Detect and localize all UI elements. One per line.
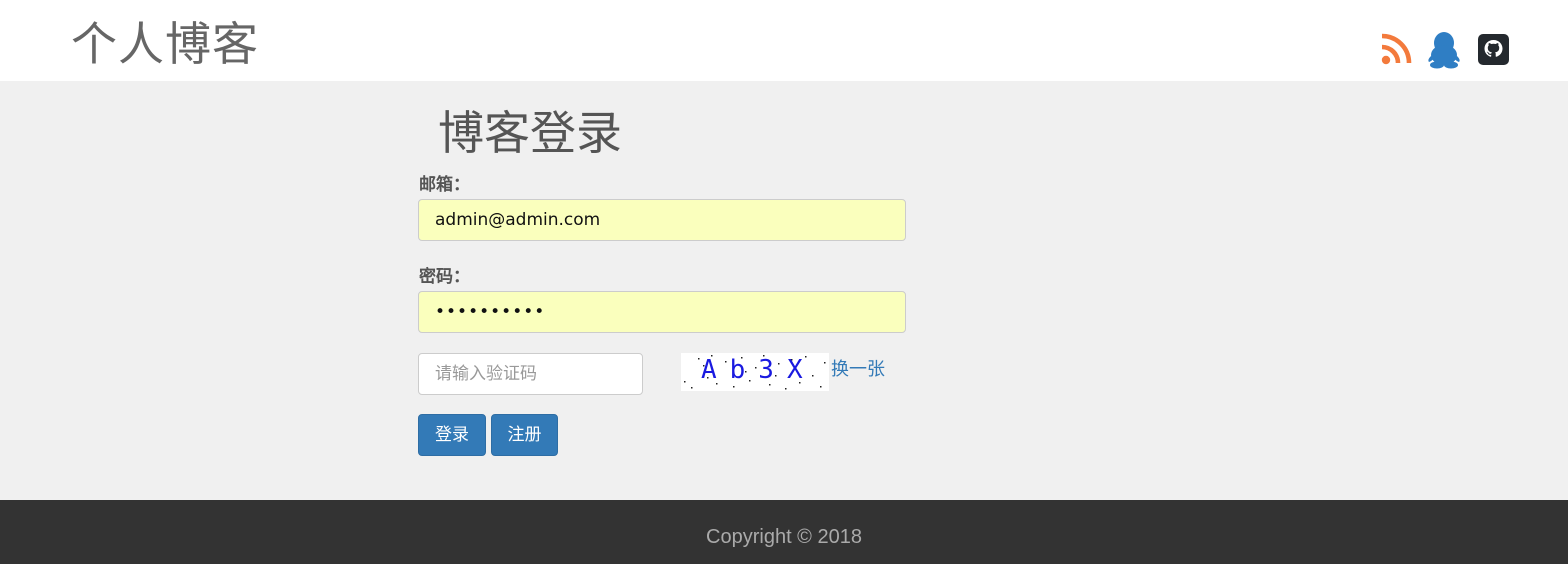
copyright-text: Copyright © 2018 (706, 526, 862, 548)
github-link[interactable] (1478, 34, 1509, 65)
login-button[interactable]: 登录 (418, 414, 486, 456)
password-label: 密码： (419, 267, 470, 287)
qq-link[interactable] (1426, 31, 1462, 69)
captcha-image[interactable]: Ab3X (681, 353, 829, 391)
rss-icon (1381, 33, 1412, 65)
captcha-input[interactable] (418, 353, 643, 395)
password-value: •••••••••• (435, 302, 546, 322)
site-header: 个人博客 (0, 0, 1568, 81)
captcha-text: Ab3X (701, 355, 816, 385)
email-label: 邮箱： (419, 175, 470, 195)
rss-link[interactable] (1380, 32, 1412, 66)
register-button[interactable]: 注册 (491, 414, 558, 456)
email-field[interactable] (418, 199, 906, 241)
page-title: 博客登录 (438, 106, 622, 160)
site-footer: Copyright © 2018 (0, 500, 1568, 564)
qq-icon (1428, 32, 1460, 69)
site-brand[interactable]: 个人博客 (71, 14, 259, 74)
refresh-captcha-link[interactable]: 换一张 (831, 358, 885, 382)
github-icon (1478, 34, 1509, 65)
login-section: 博客登录 邮箱： 密码： •••••••••• Ab3X 换一 (0, 81, 1568, 500)
password-field[interactable]: •••••••••• (418, 291, 906, 333)
